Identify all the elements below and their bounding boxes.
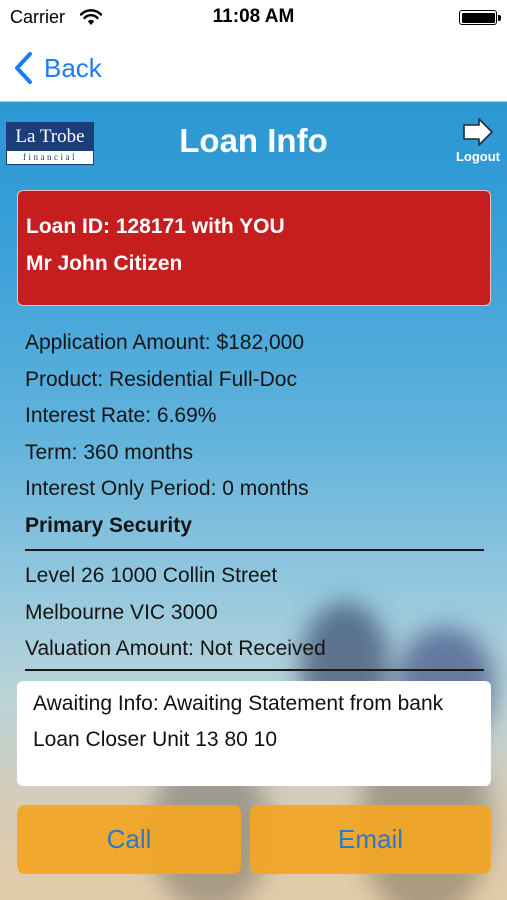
divider (25, 669, 484, 671)
divider (25, 549, 484, 551)
back-label: Back (44, 52, 102, 83)
loan-unit: Loan Closer Unit 13 80 10 (33, 728, 277, 751)
status-bar: Carrier 11:08 AM (0, 0, 507, 36)
primary-security-heading: Primary Security (25, 513, 192, 537)
loan-info-screen: La Trobe financial Loan Info Logout Loan… (0, 102, 507, 900)
term: Term: 360 months (25, 440, 194, 464)
loan-id-text: Loan ID: 128171 with YOU (26, 215, 285, 238)
status-time: 11:08 AM (212, 6, 295, 27)
logout-label: Logout (455, 149, 501, 164)
call-button[interactable]: Call (17, 805, 241, 874)
security-details: Level 26 1000 Collin Street Melbourne VI… (25, 564, 326, 674)
status-card: Awaiting Info: Awaiting Statement from b… (17, 681, 491, 786)
interest-rate: Interest Rate: 6.69% (25, 404, 217, 427)
logout-arrow-icon (463, 118, 493, 146)
security-address-line1: Level 26 1000 Collin Street (25, 564, 278, 587)
battery-icon (459, 10, 501, 25)
chevron-left-icon (15, 52, 32, 84)
interest-only-period: Interest Only Period: 0 months (25, 477, 309, 500)
awaiting-info: Awaiting Info: Awaiting Statement from b… (33, 692, 444, 715)
navigation-bar: Back (0, 36, 507, 102)
borrower-name: Mr John Citizen (26, 252, 183, 275)
application-amount: Application Amount: $182,000 (25, 331, 305, 354)
back-button[interactable]: Back (12, 50, 102, 86)
loan-id-card: Loan ID: 128171 with YOU Mr John Citizen (17, 190, 491, 306)
product: Product: Residential Full-Doc (25, 367, 297, 391)
logout-button[interactable]: Logout (449, 117, 507, 164)
security-address-line2: Melbourne VIC 3000 (25, 600, 218, 624)
email-button[interactable]: Email (250, 805, 491, 874)
loan-details: Application Amount: $182,000 Product: Re… (25, 331, 309, 542)
page-title: Loan Info (179, 122, 328, 159)
